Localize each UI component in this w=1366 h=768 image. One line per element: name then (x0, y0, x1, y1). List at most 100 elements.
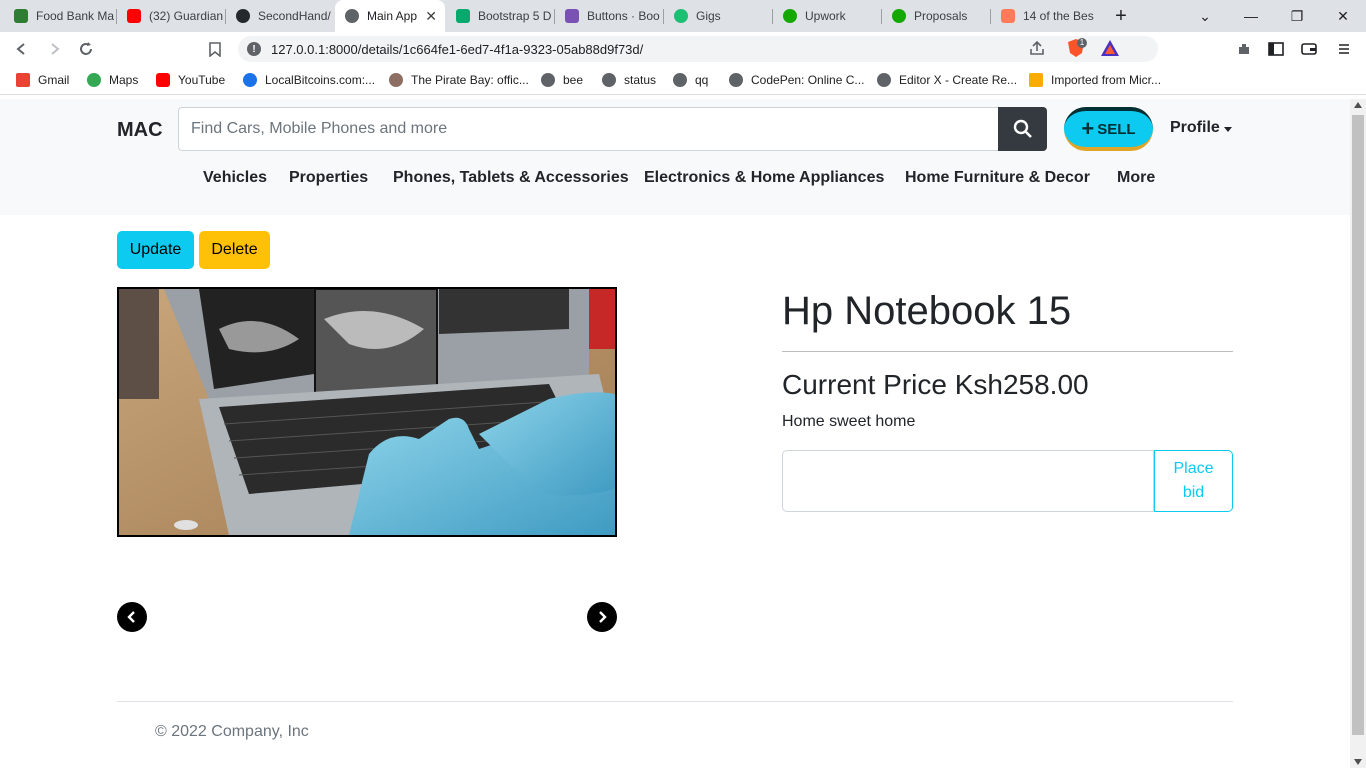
close-window-button[interactable]: ✕ (1320, 0, 1366, 32)
carousel-next-button[interactable] (587, 602, 617, 632)
browser-tab[interactable]: SecondHand/ (226, 0, 334, 32)
browser-tab[interactable]: Gigs (664, 0, 772, 32)
browser-tab[interactable]: (32) Guardian (117, 0, 225, 32)
product-title: Hp Notebook 15 (782, 289, 1072, 333)
browser-tab[interactable]: Food Bank Ma (4, 0, 116, 32)
search-form (178, 107, 1047, 151)
info-icon[interactable]: ! (247, 42, 261, 56)
category-more[interactable]: More (1117, 169, 1155, 187)
new-tab-button[interactable]: + (1099, 0, 1143, 32)
bookmark-bee[interactable]: bee (541, 71, 583, 89)
minimize-button[interactable]: — (1228, 0, 1274, 32)
close-icon[interactable]: ✕ (425, 8, 437, 25)
hubspot-icon (1001, 9, 1015, 23)
fiverr-icon (674, 9, 688, 23)
sidebar-icon[interactable] (1265, 38, 1287, 60)
address-bar[interactable]: ! 127.0.0.1:8000/details/1c664fe1-6ed7-4… (238, 36, 1158, 62)
menu-icon[interactable] (1333, 38, 1355, 60)
bookmark-status[interactable]: status (602, 71, 656, 89)
brave-badge: 1 (1077, 38, 1087, 48)
bookmark-maps[interactable]: Maps (87, 71, 138, 89)
brave-shield-icon[interactable]: 1 (1066, 38, 1087, 60)
chevron-right-icon (599, 611, 607, 623)
caret-down-icon (1223, 126, 1232, 132)
w3-icon (456, 9, 470, 23)
globe-icon (345, 9, 359, 23)
restore-button[interactable]: ❐ (1274, 0, 1320, 32)
bookmark-localbitcoins[interactable]: LocalBitcoins.com:... (243, 71, 375, 89)
footer-divider (117, 701, 1233, 702)
category-furniture[interactable]: Home Furniture & Decor (905, 169, 1090, 187)
bid-amount-input[interactable] (782, 450, 1154, 512)
search-button[interactable] (998, 107, 1047, 151)
brand-logo[interactable]: MAC (117, 119, 163, 142)
reload-icon[interactable] (75, 38, 97, 60)
back-icon[interactable] (11, 38, 33, 60)
scrollbar-thumb[interactable] (1352, 115, 1364, 735)
globe-icon (877, 73, 891, 87)
bitcoin-icon (243, 73, 257, 87)
youtube-icon (127, 9, 141, 23)
page-scrollbar[interactable] (1350, 99, 1366, 768)
category-electronics[interactable]: Electronics & Home Appliances (644, 169, 884, 187)
scroll-up-arrow-icon[interactable] (1354, 102, 1362, 108)
update-button[interactable]: Update (117, 231, 194, 269)
sell-button[interactable]: + SELL (1064, 107, 1153, 151)
globe-icon (673, 73, 687, 87)
pirate-icon (389, 73, 403, 87)
gmail-icon (16, 73, 30, 87)
search-input[interactable] (178, 107, 999, 151)
bookmark-qq[interactable]: qq (673, 71, 708, 89)
carousel-prev-button[interactable] (117, 602, 147, 632)
browser-tab[interactable]: Upwork (773, 0, 881, 32)
bookmark-piratebay[interactable]: The Pirate Bay: offic... (389, 71, 529, 89)
bookmark-imported-folder[interactable]: Imported from Micr... (1029, 71, 1161, 89)
page-viewport: MAC + SELL Profile Vehicles Properties P… (0, 99, 1350, 768)
site-navbar: MAC + SELL Profile Vehicles Properties P… (0, 99, 1350, 215)
category-nav: Vehicles Properties Phones, Tablets & Ac… (0, 169, 1350, 193)
youtube-icon (156, 73, 170, 87)
category-phones[interactable]: Phones, Tablets & Accessories (393, 169, 629, 187)
tab-search-chevron-icon[interactable]: ⌄ (1182, 0, 1228, 32)
wallet-icon[interactable] (1298, 38, 1320, 60)
browser-tab[interactable]: 14 of the Bes (991, 0, 1099, 32)
product-price: Current Price Ksh258.00 (782, 369, 1089, 400)
browser-tab[interactable]: Buttons · Boo (555, 0, 663, 32)
browser-tab-active[interactable]: Main App ✕ (335, 0, 445, 32)
scroll-down-arrow-icon[interactable] (1354, 759, 1362, 765)
bookmarks-bar: Gmail Maps YouTube LocalBitcoins.com:...… (0, 65, 1366, 95)
product-description: Home sweet home (782, 413, 916, 430)
category-vehicles[interactable]: Vehicles (203, 169, 267, 187)
bookmark-youtube[interactable]: YouTube (156, 71, 225, 89)
search-icon (1013, 119, 1032, 138)
brave-rewards-icon[interactable] (1100, 39, 1120, 62)
browser-tab[interactable]: Proposals (882, 0, 990, 32)
bookmark-gmail[interactable]: Gmail (16, 71, 69, 89)
upwork-icon (783, 9, 797, 23)
url-text[interactable]: 127.0.0.1:8000/details/1c664fe1-6ed7-4f1… (271, 42, 643, 57)
browser-tab-strip: Food Bank Ma (32) Guardian SecondHand/ M… (0, 0, 1366, 32)
place-bid-button[interactable]: Place bid (1154, 450, 1233, 512)
share-icon[interactable] (1029, 40, 1045, 61)
maps-icon (87, 73, 101, 87)
bookmark-icon[interactable] (204, 38, 226, 60)
globe-icon (729, 73, 743, 87)
category-properties[interactable]: Properties (289, 169, 368, 187)
forward-icon[interactable] (43, 38, 65, 60)
leaf-icon (14, 9, 28, 23)
bookmark-codepen[interactable]: CodePen: Online C... (729, 71, 864, 89)
browser-tab[interactable]: Bootstrap 5 D (446, 0, 554, 32)
globe-icon (602, 73, 616, 87)
chevron-left-icon (127, 611, 135, 623)
plus-icon: + (1081, 116, 1095, 141)
globe-icon (541, 73, 555, 87)
extensions-icon[interactable] (1233, 38, 1255, 60)
delete-button[interactable]: Delete (199, 231, 270, 269)
product-image (117, 287, 617, 537)
footer-copyright: © 2022 Company, Inc (155, 723, 309, 740)
upwork-icon (892, 9, 906, 23)
bookmark-editorx[interactable]: Editor X - Create Re... (877, 71, 1017, 89)
profile-dropdown[interactable]: Profile (1170, 119, 1232, 137)
folder-icon (1029, 73, 1043, 87)
browser-toolbar: ! 127.0.0.1:8000/details/1c664fe1-6ed7-4… (0, 32, 1366, 65)
